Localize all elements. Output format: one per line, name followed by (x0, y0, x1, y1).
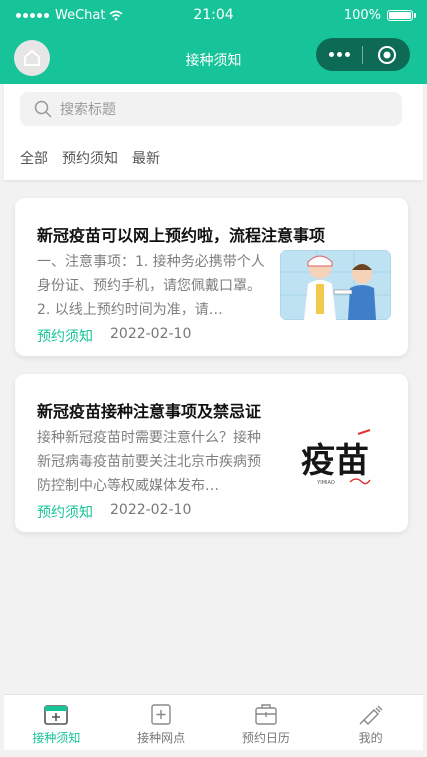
vaccination-illustration (280, 250, 391, 320)
svg-text:YIMIAO: YIMIAO (316, 480, 335, 486)
nav-bar: 接种须知 (0, 34, 427, 84)
calendar-kit-icon (255, 704, 277, 725)
close-mini-program-button[interactable] (363, 45, 410, 65)
article-date: 2022-02-10 (110, 502, 192, 518)
article-title: 新冠疫苗接种注意事项及禁忌证 (37, 402, 262, 421)
article-thumbnail (280, 250, 391, 320)
article-card[interactable]: 新冠疫苗可以网上预约啦，流程注意事项 一、注意事项：1. 接种务必携带个人身份证… (15, 198, 408, 356)
search-icon (34, 100, 52, 118)
article-summary: 接种新冠疫苗时需要注意什么？接种新冠病毒疫苗前要关注北京市疾病预防控制中心等权威… (37, 430, 261, 494)
article-card[interactable]: 新冠疫苗接种注意事项及禁忌证 接种新冠疫苗时需要注意什么？接种新冠病毒疫苗前要关… (15, 374, 408, 532)
article-date: 2022-02-10 (110, 326, 192, 342)
article-thumbnail: 疫苗 YIMIAO (280, 426, 391, 496)
article-summary: 一、注意事项：1. 接种务必携带个人身份证、预约手机，请您佩戴口罩。2. 以线上… (37, 254, 265, 318)
filter-tab-all[interactable]: 全部 (20, 148, 48, 168)
syringe-icon (359, 705, 383, 725)
search-bar[interactable]: 搜索标题 (20, 92, 402, 126)
filter-tabs: 全部 预约须知 最新 (20, 148, 160, 168)
article-tag: 预约须知 (37, 505, 93, 521)
status-bar: WeChat 21:04 100% (0, 0, 427, 34)
list-header: 搜索标题 全部 预约须知 最新 (4, 84, 423, 180)
search-input[interactable]: 搜索标题 (60, 99, 116, 119)
tab-calendar[interactable]: 预约日历 (214, 695, 319, 750)
notice-icon (44, 705, 69, 725)
article-tag: 预约须知 (37, 329, 93, 345)
target-icon (377, 45, 396, 64)
battery-percent: 100% (343, 8, 381, 23)
filter-tab-latest[interactable]: 最新 (132, 148, 160, 168)
more-dots-icon[interactable] (316, 52, 362, 57)
vaccine-calligraphy-logo: 疫苗 YIMIAO (280, 426, 391, 496)
tab-label: 接种网点 (137, 731, 186, 745)
article-title: 新冠疫苗可以网上预约啦，流程注意事项 (37, 226, 326, 245)
svg-text:疫苗: 疫苗 (301, 441, 369, 481)
bottom-tab-bar: 接种须知 接种网点 预约日历 我的 (4, 694, 423, 750)
tab-clinic[interactable]: 接种网点 (109, 695, 214, 750)
tab-notice[interactable]: 接种须知 (4, 695, 109, 750)
tab-label: 预约日历 (241, 731, 290, 745)
mini-program-capsule (316, 38, 410, 71)
tab-mine[interactable]: 我的 (318, 695, 423, 750)
tab-label: 接种须知 (32, 731, 81, 745)
clinic-icon (151, 704, 171, 725)
battery-status: 100% (343, 8, 416, 23)
battery-icon (387, 10, 416, 21)
filter-tab-notice[interactable]: 预约须知 (62, 148, 118, 168)
tab-label: 我的 (358, 731, 383, 745)
